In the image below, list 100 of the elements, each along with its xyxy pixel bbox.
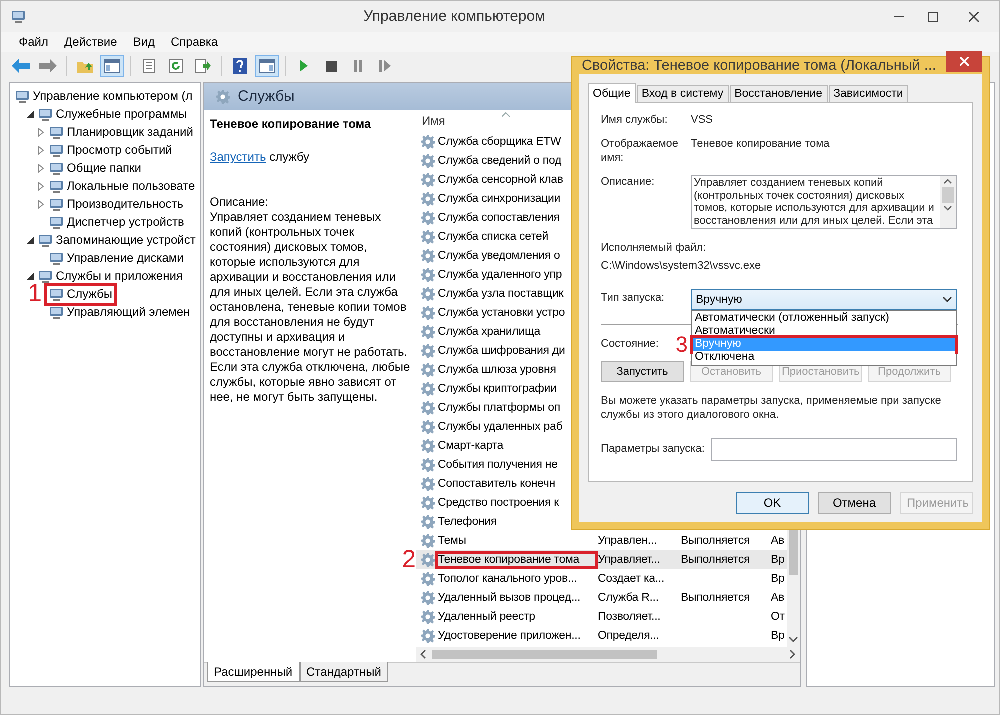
scroll-thumb[interactable] <box>432 650 657 659</box>
table-cell-text: Темы <box>438 534 468 546</box>
field-label: Параметры запуска: <box>601 442 706 456</box>
dialog-button[interactable]: OK <box>736 492 809 514</box>
service-name: Теневое копирование тома <box>210 117 372 132</box>
close-button[interactable] <box>946 51 982 72</box>
tree-item[interactable]: Управляющий элемен <box>47 304 192 320</box>
table-cell-text: Службы платформы оп <box>438 402 562 414</box>
tree-item[interactable]: Управление дисками <box>47 250 186 266</box>
back-icon <box>12 59 30 73</box>
tab[interactable]: Восстановление <box>730 85 828 103</box>
tree-item[interactable]: Диспетчер устройств <box>47 214 186 230</box>
tree-item[interactable]: Планировщик заданий <box>47 124 196 140</box>
startup-type-select[interactable]: Вручную <box>691 289 957 310</box>
dialog-button[interactable]: Отмена <box>818 492 891 514</box>
menu-item[interactable]: Справка <box>163 35 226 49</box>
menu-item[interactable]: Файл <box>11 35 57 49</box>
gear-icon <box>421 172 435 186</box>
table-cell-text: Служба сопоставления <box>438 212 561 224</box>
table-cell-text: Службы удаленных раб <box>438 420 564 432</box>
tree-item[interactable]: Общие папки <box>47 160 144 176</box>
gear-icon <box>421 230 435 244</box>
tab[interactable]: Зависимости <box>828 85 908 103</box>
collapsed-arrow-icon[interactable] <box>38 182 44 190</box>
menu-item[interactable]: Действие <box>56 35 126 49</box>
table-cell-text: Выполняется <box>681 592 752 604</box>
expanded-arrow-icon[interactable] <box>26 236 34 244</box>
gear-icon <box>421 496 435 510</box>
tree-item[interactable]: Служебные программы <box>36 106 190 122</box>
expanded-arrow-icon[interactable] <box>26 110 34 118</box>
gear-icon <box>216 90 230 104</box>
callout-number: 3 <box>676 334 688 356</box>
tree-item[interactable]: Службы <box>47 286 114 302</box>
tab[interactable]: Общие <box>588 83 636 103</box>
tree-item[interactable]: Производительность <box>47 196 186 212</box>
collapsed-arrow-icon[interactable] <box>38 164 44 172</box>
view-tab[interactable]: Стандартный <box>300 662 388 682</box>
collapsed-arrow-icon[interactable] <box>38 146 44 154</box>
table-cell-text: Служба сборщика ETW <box>438 136 562 148</box>
field-value: VSS <box>691 113 714 127</box>
table-cell-text: Служба удаленного упр <box>438 268 564 280</box>
tab[interactable]: Вход в систему <box>636 85 729 103</box>
scroll-thumb[interactable] <box>942 187 954 203</box>
service-button[interactable]: Запустить <box>601 361 684 382</box>
table-cell-text: Вр <box>771 572 786 584</box>
gear-icon <box>421 382 435 396</box>
scroll-left-icon <box>420 650 426 659</box>
dialog-title: Свойства: Теневое копирование тома (Локальный ... <box>582 58 938 74</box>
gear-icon <box>421 458 435 472</box>
field-label: Описание: <box>601 175 656 189</box>
table-cell-text: Служба R... <box>598 592 660 604</box>
table-cell-text: Служба шифрования ди <box>438 344 566 356</box>
view-tab[interactable]: Расширенный <box>207 662 300 682</box>
gear-icon <box>421 514 435 528</box>
gear-icon <box>421 590 435 604</box>
toolbar-button[interactable] <box>100 55 124 77</box>
minimize-icon <box>894 16 904 18</box>
start-link[interactable]: Запустить <box>210 150 266 164</box>
table-cell-text: Служба сведений о под <box>438 154 563 166</box>
gear-icon <box>421 306 435 320</box>
table-cell-text: Служба уведомления о <box>438 250 562 262</box>
gear-icon <box>421 248 435 262</box>
sort-caret-icon <box>502 112 510 117</box>
resume-icon <box>379 60 391 72</box>
collapsed-arrow-icon[interactable] <box>38 200 44 208</box>
dialog-button: Применить <box>900 492 973 514</box>
table-cell-text: Вр <box>771 630 786 642</box>
table-cell-text: Вр <box>771 554 786 566</box>
gear-icon <box>421 134 435 148</box>
menu-item[interactable]: Вид <box>125 35 163 49</box>
start-params-field[interactable] <box>711 438 957 461</box>
expanded-arrow-icon[interactable] <box>26 272 34 280</box>
scroll-down-icon <box>789 637 798 643</box>
tree-item[interactable]: Просмотр событий <box>47 142 174 158</box>
table-cell-text: Удаленный реестр <box>438 610 536 622</box>
scroll-thumb[interactable] <box>789 527 798 575</box>
table-cell-text: Служба установки устро <box>438 306 566 318</box>
table-cell: Теневое копирование тома <box>438 554 595 566</box>
scroll-up-icon <box>944 179 952 184</box>
table-cell-text: События получения не <box>438 458 559 470</box>
pane-icon <box>259 59 275 73</box>
pane-icon <box>104 59 120 73</box>
collapsed-arrow-icon[interactable] <box>38 128 44 136</box>
scrollbar[interactable] <box>416 647 800 662</box>
tree-item[interactable]: Службы и приложения <box>36 268 185 284</box>
gear-icon <box>421 438 435 452</box>
toolbar-button[interactable] <box>255 55 279 77</box>
description-text: Управляет созданием теневых копий (контрольных точек состояния) дисковых томов, которые используются для архивации и восстановления или для иных целей. Если эта <box>693 176 936 228</box>
tree-item[interactable]: Запоминающие устройст <box>36 232 198 248</box>
table-cell-text: Службы криптографии <box>438 382 558 394</box>
tree-item[interactable]: Локальные пользовате <box>47 178 198 194</box>
tree-item[interactable]: Управление компьютером (л <box>13 88 195 104</box>
scroll-right-icon <box>790 650 796 659</box>
field-label: Отображаемое имя: <box>601 137 680 165</box>
window-title: Управление компьютером <box>362 8 546 25</box>
description-text: Управляет созданием теневых копий (контрольных точек состояния) дисковых томов, которые используются для архивации и восстановления или для иных целей. Если эта служба остановлена, теневые копии томов для восстановления не будут доступны и архивация и восстановление могут не работать. Если эта служба отключена, любые службы, которые явно зависят от нее, не могут быть запущены. <box>210 210 412 405</box>
gear-icon <box>421 572 435 586</box>
table-cell-text: Служба синхронизации <box>438 192 562 204</box>
stop-icon <box>326 60 336 72</box>
table-cell-text: Ав <box>771 592 786 604</box>
